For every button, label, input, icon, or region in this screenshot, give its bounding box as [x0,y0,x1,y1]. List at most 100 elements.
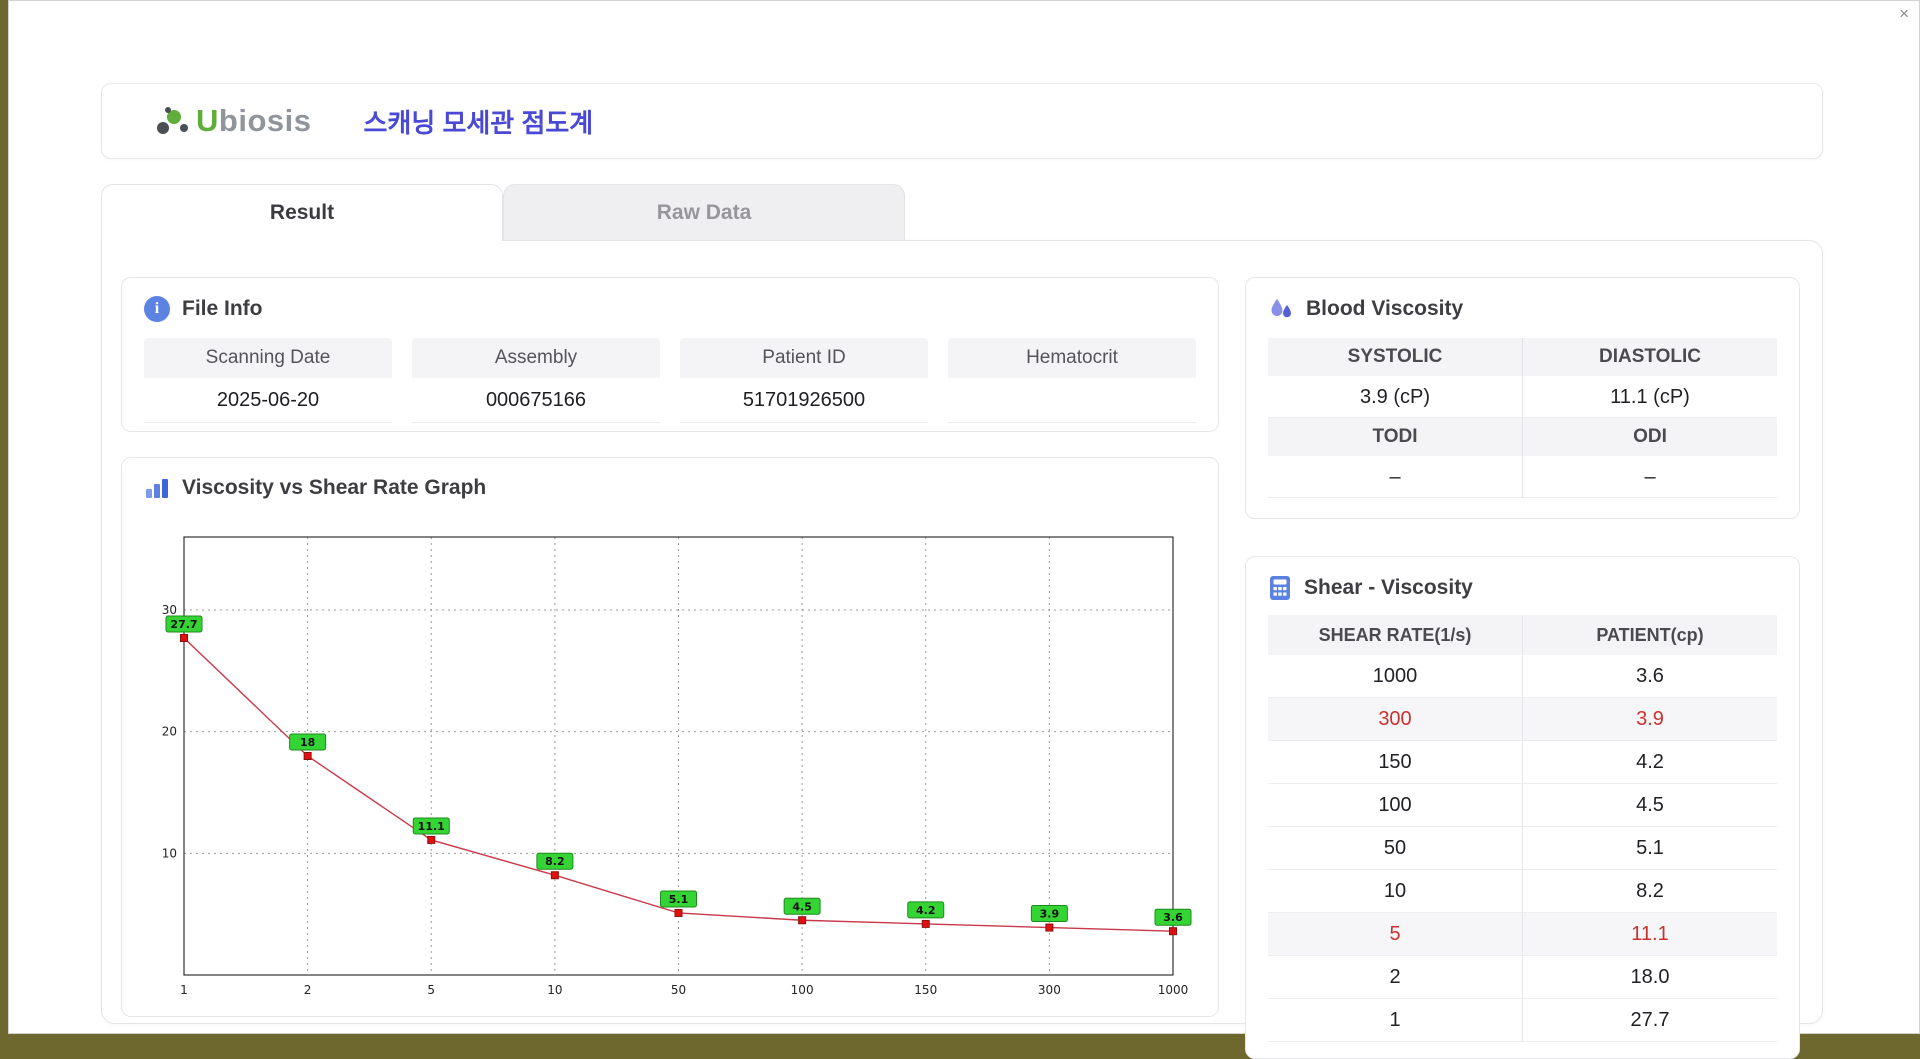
table-row: 505.1 [1268,827,1777,870]
file-info-field-scanning-date: Scanning Date2025-06-20 [144,338,392,423]
table-row: 511.1 [1268,913,1777,956]
svg-text:10: 10 [547,983,562,997]
table-cell: 4.5 [1523,784,1778,827]
field-value: 000675166 [412,378,660,423]
field-label: Patient ID [680,338,928,378]
svg-text:100: 100 [791,983,814,997]
info-icon: i [144,296,170,322]
table-row: 1504.2 [1268,741,1777,784]
table-cell: 300 [1268,698,1523,741]
page-title: 스캐닝 모세관 점도계 [363,103,593,140]
ubiosis-logo: Ubiosis [154,103,311,139]
close-icon[interactable]: × [1899,5,1909,22]
table-row: 108.2 [1268,870,1777,913]
file-info-field-assembly: Assembly000675166 [412,338,660,423]
table-cell: 18.0 [1523,956,1778,999]
blood-viscosity-grid: SYSTOLICDIASTOLIC3.9 (cP)11.1 (cP)TODIOD… [1268,338,1777,498]
bv-label: SYSTOLIC [1268,338,1522,376]
blood-viscosity-title: Blood Viscosity [1268,296,1777,322]
svg-text:150: 150 [914,983,937,997]
table-header-row: SHEAR RATE(1/s)PATIENT(cp) [1268,615,1777,655]
file-info-title-text: File Info [182,297,263,321]
table-row: 10003.6 [1268,655,1777,698]
svg-text:50: 50 [671,983,686,997]
file-info-fields: Scanning Date2025-06-20Assembly000675166… [144,338,1196,423]
table-cell: 1000 [1268,655,1523,698]
blood-viscosity-title-text: Blood Viscosity [1306,297,1463,321]
graph-title-text: Viscosity vs Shear Rate Graph [182,476,486,500]
svg-text:18: 18 [300,736,315,749]
svg-text:3.9: 3.9 [1040,908,1060,921]
table-row: 1004.5 [1268,784,1777,827]
bv-label: ODI [1522,418,1777,456]
tab-bar: ResultRaw Data [101,184,1823,240]
bv-value-row: 3.9 (cP)11.1 (cP) [1268,376,1777,418]
blood-viscosity-section: Blood Viscosity SYSTOLICDIASTOLIC3.9 (cP… [1245,277,1800,519]
table-cell: 27.7 [1523,999,1778,1042]
svg-text:8.2: 8.2 [545,855,565,868]
chart-area: 10 20 30 1 2 5 10 50 100 150 300 1000 27.7 18 11.1 8.2 5… [144,512,1196,1009]
field-value [948,378,1196,423]
svg-text:2: 2 [304,983,312,997]
table-cell: 11.1 [1523,913,1778,956]
file-info-section: i File Info Scanning Date2025-06-20Assem… [121,277,1219,432]
bv-value: 11.1 (cP) [1522,376,1777,418]
column-header: PATIENT(cp) [1523,615,1778,655]
svg-text:4.2: 4.2 [916,904,936,917]
right-column: Blood Viscosity SYSTOLICDIASTOLIC3.9 (cP… [1245,277,1800,1005]
header: Ubiosis 스캐닝 모세관 점도계 [101,83,1823,159]
tab-raw-data[interactable]: Raw Data [503,184,905,240]
bv-label: TODI [1268,418,1522,456]
logo-text: Ubiosis [196,103,311,139]
table-cell: 5 [1268,913,1523,956]
svg-text:20: 20 [162,725,177,739]
column-header: SHEAR RATE(1/s) [1268,615,1523,655]
table-row: 127.7 [1268,999,1777,1042]
app-window: × Ubiosis 스캐닝 모세관 점도계 ResultRaw Data [8,0,1920,1034]
graph-section: Viscosity vs Shear Rate Graph 1020301251… [121,457,1219,1017]
page: Ubiosis 스캐닝 모세관 점도계 ResultRaw Data i Fil… [9,1,1919,1024]
table-cell: 150 [1268,741,1523,784]
table-cell: 1 [1268,999,1523,1042]
svg-text:5.1: 5.1 [669,893,689,906]
file-info-title: i File Info [144,296,1196,322]
bv-label: DIASTOLIC [1522,338,1777,376]
bv-value: – [1268,456,1522,498]
field-label: Assembly [412,338,660,378]
bv-value-row: –– [1268,456,1777,498]
svg-text:11.1: 11.1 [418,820,445,833]
droplet-icon [1268,296,1294,322]
svg-text:1000: 1000 [1158,983,1189,997]
table-cell: 3.6 [1523,655,1778,698]
shear-viscosity-title-text: Shear - Viscosity [1304,576,1473,600]
shear-viscosity-title: Shear - Viscosity [1268,575,1777,601]
left-column: i File Info Scanning Date2025-06-20Assem… [121,277,1219,1005]
bv-label-row: TODIODI [1268,418,1777,456]
svg-text:1: 1 [180,983,188,997]
field-value: 51701926500 [680,378,928,423]
file-info-field-hematocrit: Hematocrit [948,338,1196,423]
field-label: Hematocrit [948,338,1196,378]
table-cell: 3.9 [1523,698,1778,741]
svg-text:10: 10 [162,846,177,860]
graph-title: Viscosity vs Shear Rate Graph [144,476,1196,500]
field-value: 2025-06-20 [144,378,392,423]
svg-text:5: 5 [427,983,435,997]
table-cell: 50 [1268,827,1523,870]
bv-label-row: SYSTOLICDIASTOLIC [1268,338,1777,376]
logo-leaf-icon [154,104,190,138]
svg-text:4.5: 4.5 [792,900,812,913]
table-cell: 2 [1268,956,1523,999]
main-panel: i File Info Scanning Date2025-06-20Assem… [101,240,1823,1024]
table-cell: 8.2 [1523,870,1778,913]
svg-text:27.7: 27.7 [170,618,197,631]
table-row: 218.0 [1268,956,1777,999]
tab-result[interactable]: Result [101,184,503,241]
shear-viscosity-section: Shear - Viscosity SHEAR RATE(1/s)PATIENT… [1245,556,1800,1059]
svg-text:3.6: 3.6 [1163,911,1183,924]
table-row: 3003.9 [1268,698,1777,741]
table-cell: 10 [1268,870,1523,913]
svg-text:30: 30 [162,603,177,617]
calculator-icon [1268,575,1292,601]
svg-text:300: 300 [1038,983,1061,997]
